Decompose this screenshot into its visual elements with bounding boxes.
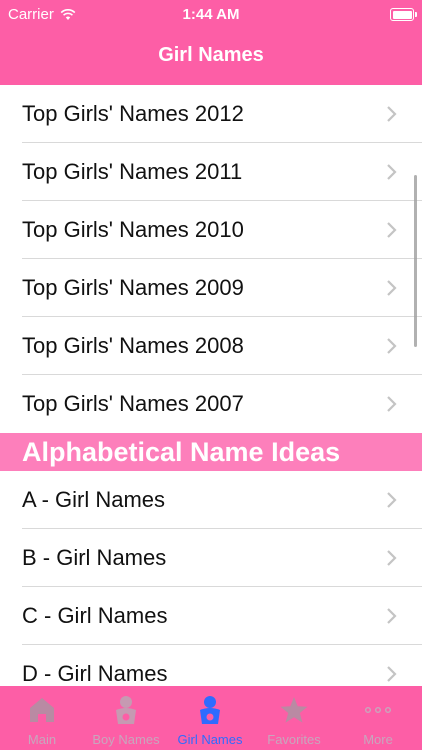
tab-label: Boy Names [92,732,160,747]
list-item-label: Top Girls' Names 2011 [22,159,243,184]
list-item[interactable]: Top Girls' Names 2011 [0,143,422,201]
tab-label: Girl Names [177,732,243,747]
battery-icon [390,8,417,21]
tab-girl-names[interactable]: Girl Names [168,686,252,750]
baby-boy-icon [116,696,136,724]
list-item-label: B - Girl Names [22,545,167,570]
list-item-label: D - Girl Names [22,661,168,686]
navigation-bar: Carrier 1:44 AM Girl Names [0,0,422,85]
house-icon [30,698,54,722]
chevron-right-icon [387,106,397,122]
list-item-label: Top Girls' Names 2009 [22,275,244,300]
tab-label: Favorites [267,732,321,747]
chevron-right-icon [387,550,397,566]
chevron-right-icon [387,164,397,180]
list-item-label: Top Girls' Names 2007 [22,391,244,416]
tab-bar: Main Boy Names Girl Names Favorites More [0,686,422,750]
star-icon [280,697,308,723]
chevron-right-icon [387,280,397,296]
list-item-label: Top Girls' Names 2010 [22,217,244,242]
list-item[interactable]: Top Girls' Names 2007 [0,375,422,433]
chevron-right-icon [387,666,397,682]
list-item-label: Top Girls' Names 2008 [22,333,244,358]
list-item[interactable]: Top Girls' Names 2008 [0,317,422,375]
chevron-right-icon [387,338,397,354]
list-item[interactable]: A - Girl Names [0,471,422,529]
list-item-label: Top Girls' Names 2012 [22,101,244,126]
tab-label: Main [27,732,57,747]
list-item[interactable]: B - Girl Names [0,529,422,587]
list-item[interactable]: Top Girls' Names 2010 [0,201,422,259]
chevron-right-icon [387,492,397,508]
tab-more[interactable]: More [336,686,420,750]
scroll-indicator[interactable] [414,175,417,347]
baby-girl-icon [200,696,220,724]
tab-label: More [363,732,393,747]
page-title: Girl Names [158,44,264,66]
status-time: 1:44 AM [182,6,240,23]
tab-main[interactable]: Main [0,686,84,750]
tab-favorites[interactable]: Favorites [252,686,336,750]
chevron-right-icon [387,608,397,624]
section-header: Alphabetical Name Ideas [0,433,422,471]
section-title: Alphabetical Name Ideas [22,436,341,467]
list-item[interactable]: Top Girls' Names 2009 [0,259,422,317]
tab-boy-names[interactable]: Boy Names [84,686,168,750]
names-list: Top Girls' Names 2012 Top Girls' Names 2… [0,85,422,703]
status-bar: Carrier 1:44 AM [0,0,422,30]
list-item[interactable]: C - Girl Names [0,587,422,645]
list-item[interactable]: Top Girls' Names 2012 [0,85,422,143]
more-icon [365,706,392,713]
list-item-label: A - Girl Names [22,487,166,512]
chevron-right-icon [387,222,397,238]
chevron-right-icon [387,396,397,412]
list-item-label: C - Girl Names [22,603,168,628]
